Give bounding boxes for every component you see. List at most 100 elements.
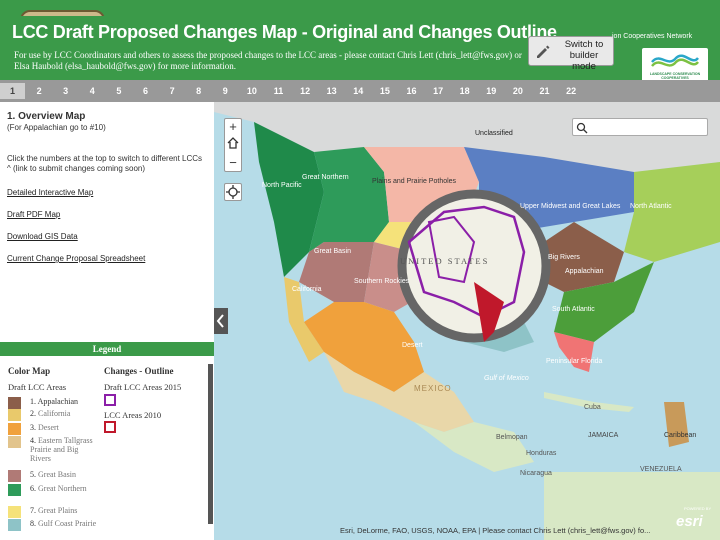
legend-swatch-1 <box>8 397 21 409</box>
page-subtitle: For use by LCC Coordinators and others t… <box>14 50 522 71</box>
map-label-great-basin: Great Basin <box>314 248 351 255</box>
tab-6[interactable]: 6 <box>133 83 158 99</box>
info-panel: 1. Overview Map (For Appalachian go to #… <box>0 102 214 342</box>
magnifier-lens[interactable] <box>397 189 551 343</box>
map-label-prairie-potholes: Plains and Prairie Potholes <box>372 178 457 185</box>
legend-panel: Color Map Draft LCC Areas Changes - Outl… <box>0 356 214 540</box>
tab-3[interactable]: 3 <box>53 83 78 99</box>
map-search-input[interactable] <box>572 118 708 136</box>
tab-21[interactable]: 21 <box>532 83 557 99</box>
tab-22[interactable]: 22 <box>559 83 584 99</box>
locate-icon <box>226 185 240 199</box>
search-icon <box>576 122 588 134</box>
legend-item-7: 7. Great Plains <box>30 506 78 515</box>
map-label-north-atlantic: North Atlantic <box>630 203 672 210</box>
zoom-out-button[interactable]: − <box>225 155 241 173</box>
legend-item-8: 8. Gulf Coast Prairie <box>30 519 97 528</box>
legend-outline-2010-swatch <box>104 421 116 433</box>
tab-20[interactable]: 20 <box>505 83 530 99</box>
legend-swatch-6 <box>8 484 21 496</box>
map-label-great-northern: Great Northern <box>302 174 349 181</box>
legend-col2-header: Changes - Outline <box>104 366 174 376</box>
esri-logo: esri <box>676 513 703 530</box>
legend-item-6: 6. Great Northern <box>30 484 87 493</box>
map-label-desert: Desert <box>402 342 423 349</box>
link-gis-data[interactable]: Download GIS Data <box>7 232 78 241</box>
tab-10[interactable]: 10 <box>239 83 264 99</box>
map-label-jamaica: JAMAICA <box>588 432 619 439</box>
logo-waves-icon <box>651 54 699 67</box>
collapse-panel-button[interactable] <box>214 308 228 334</box>
map-label-gulf-of-mexico: Gulf of Mexico <box>484 375 529 382</box>
legend-item-2: 2. California <box>30 409 71 418</box>
pencil-icon <box>537 45 550 58</box>
tab-9[interactable]: 9 <box>213 83 238 99</box>
logo-text: LANDSCAPE CONSERVATION COOPERATIVES <box>649 72 701 80</box>
map-label-mexico: MEXICO <box>414 384 452 393</box>
map-canvas[interactable] <box>214 102 720 540</box>
tab-16[interactable]: 16 <box>399 83 424 99</box>
legend-swatch-2 <box>8 409 21 421</box>
zoom-controls: + − <box>224 118 242 172</box>
tab-1[interactable]: 1 <box>0 83 25 99</box>
legend-swatch-7 <box>8 506 21 518</box>
tab-18[interactable]: 18 <box>452 83 477 99</box>
network-label: ion Cooperatives Network <box>612 33 693 40</box>
map-label-appalachian: Appalachian <box>565 268 604 275</box>
legend-item-4: 4. Eastern Tallgrass Prairie and Big Riv… <box>30 436 93 463</box>
tab-15[interactable]: 15 <box>372 83 397 99</box>
link-draft-pdf[interactable]: Draft PDF Map <box>7 210 60 219</box>
map-label-honduras: Honduras <box>526 450 557 457</box>
zoom-in-button[interactable]: + <box>225 119 241 137</box>
home-button[interactable] <box>225 137 241 155</box>
tab-19[interactable]: 19 <box>479 83 504 99</box>
panel-note: (For Appalachian go to #10) <box>7 123 106 132</box>
tab-5[interactable]: 5 <box>106 83 131 99</box>
link-detailed-map[interactable]: Detailed Interactive Map <box>7 188 93 197</box>
chevron-left-icon <box>216 314 224 328</box>
map-label-venezuela: VENEZUELA <box>640 466 682 473</box>
legend-outline-2015-swatch <box>104 394 116 406</box>
map-label-unclassified: Unclassified <box>475 130 513 137</box>
tab-2[interactable]: 2 <box>27 83 52 99</box>
legend-swatch-4 <box>8 436 21 448</box>
tab-14[interactable]: 14 <box>346 83 371 99</box>
tab-4[interactable]: 4 <box>80 83 105 99</box>
tab-7[interactable]: 7 <box>160 83 185 99</box>
legend-swatch-3 <box>8 423 21 435</box>
locate-button[interactable] <box>224 183 242 201</box>
tab-13[interactable]: 13 <box>319 83 344 99</box>
map-label-north-pacific: North Pacific <box>262 182 302 189</box>
map-label-united-states: UNITED STATES <box>400 256 490 266</box>
map-label-upper-midwest: Upper Midwest and Great Lakes <box>520 203 621 210</box>
tab-8[interactable]: 8 <box>186 83 211 99</box>
legend-swatch-5 <box>8 470 21 482</box>
map-label-south-atlantic: South Atlantic <box>552 306 595 313</box>
map-label-big-rivers: Big Rivers <box>548 254 580 261</box>
legend-header: Legend <box>0 342 214 356</box>
legend-swatch-8 <box>8 519 21 531</box>
map-label-nicaragua: Nicaragua <box>520 470 552 477</box>
page-title: LCC Draft Proposed Changes Map - Origina… <box>12 22 557 42</box>
link-spreadsheet[interactable]: Current Change Proposal Spreadsheet <box>7 254 145 263</box>
map-label-california: California <box>292 286 322 293</box>
powered-by-label: POWERED BY <box>684 506 712 511</box>
tab-11[interactable]: 11 <box>266 83 291 99</box>
header-bar: LCC Draft Proposed Changes Map - Origina… <box>0 0 720 88</box>
map-attribution: Esri, DeLorme, FAO, USGS, NOAA, EPA | Pl… <box>340 526 651 535</box>
legend-item-1: 1. Appalachian <box>30 397 78 406</box>
panel-heading: 1. Overview Map <box>7 111 86 122</box>
tab-12[interactable]: 12 <box>293 83 318 99</box>
panel-instructions: Click the numbers at the top to switch t… <box>7 154 203 173</box>
map-label-belmopan: Belmopan <box>496 434 528 441</box>
tab-17[interactable]: 17 <box>426 83 451 99</box>
switch-builder-button[interactable]: Switch to builder mode <box>528 36 614 72</box>
map-label-southern-rockies: Southern Rockies <box>354 278 410 285</box>
legend-col1-header: Color Map <box>8 366 51 376</box>
legend-col1-sub: Draft LCC Areas <box>8 382 67 392</box>
map-label-cuba: Cuba <box>584 404 601 411</box>
lcc-tab-bar: 1 2 3 4 5 6 7 8 9 10 11 12 13 14 15 16 17 18 19 20 21 22 <box>0 80 720 102</box>
map-label-caribbean: Caribbean <box>664 432 697 439</box>
map-label-peninsular-florida: Peninsular Florida <box>546 358 603 365</box>
legend-scrollbar[interactable] <box>208 364 213 524</box>
